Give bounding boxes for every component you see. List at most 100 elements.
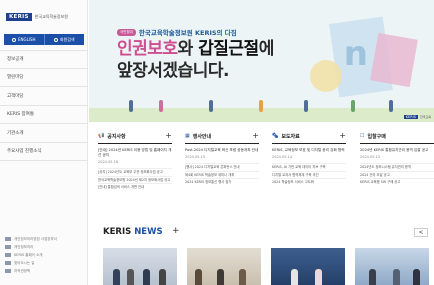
footer-link[interactable]: 개인정보처리 (5, 243, 57, 251)
photo-figure (393, 269, 400, 285)
photo-figure (217, 269, 224, 285)
sidebar-menu: 정보공개 열린마당 고객마당 KERIS 참여통 기관소개 주요사업 진행소식 (0, 50, 88, 161)
sidebar-item-about[interactable]: 기관소개 (0, 124, 88, 143)
board-events: ▦ 행사안내 + Post-2024 디지털교육 혁신 포럼 공동개최 안내 20… (185, 130, 259, 186)
footer-link[interactable]: 찾아오시는 길 (5, 259, 57, 267)
list-item[interactable]: [행사] 2024 디지털교육 콘퍼런스 안내 (185, 163, 259, 171)
list-item[interactable]: 한국교육학술정보원 2024년 제2차 정보화사업 공고 (98, 175, 172, 184)
board-title[interactable]: 📢 공지사항 (98, 133, 126, 140)
news-thumbnail[interactable] (187, 248, 261, 285)
news-title-b: NEWS (134, 227, 163, 237)
footer-link-label: 찾아오시는 길 (14, 260, 35, 265)
document-icon: ☐ (360, 133, 365, 139)
post-date: 2024.05.13 (360, 155, 381, 159)
more-button[interactable]: + (252, 132, 259, 140)
tab-search[interactable]: 회원검색 (43, 34, 84, 45)
tab-english[interactable]: ENGLISH (4, 34, 44, 45)
footer-link[interactable]: 저작권정책 (5, 267, 57, 275)
logo-subtitle: 한국교육학술정보원 (34, 14, 68, 19)
mini-logo-sub: 한국교육 (419, 115, 431, 119)
link-icon (5, 269, 11, 273)
list-item[interactable]: 2024 학술정보 서비스 고도화 (272, 178, 346, 186)
footer-link-label: KERIS 홈페이 소개 (14, 252, 43, 257)
list-item[interactable]: 2024 KERIS 정보통신 행사 참가 (185, 178, 259, 186)
board-title-label: 입찰구매 (367, 133, 386, 140)
list-item[interactable]: KERIS 교육용 SW 구매 공고 (360, 178, 434, 186)
news-thumbnail[interactable] (355, 248, 429, 285)
photo-figure (315, 269, 322, 285)
news-thumbnail[interactable] (271, 248, 345, 285)
hero-letter-art: n (343, 34, 368, 74)
newspaper-icon: 🗞 (272, 133, 279, 139)
post-title[interactable]: Post-2024 디지털교육 혁신 포럼 공동개최 안내 (185, 148, 259, 153)
hero-banner[interactable]: n 국민참여 한국교육학술정보원 KERIS의 다짐 인권보호와 갑질근절에 앞… (89, 0, 434, 122)
news-more-button[interactable]: + (172, 226, 180, 236)
list-item[interactable]: 2024 전자 조달 공고 (360, 170, 434, 179)
photo-figure (195, 269, 202, 285)
tab-english-label: ENGLISH (17, 37, 36, 42)
list-item[interactable]: 디지털 교과서 협력체계 구축 추진 (272, 170, 346, 179)
sidebar-item-customer[interactable]: 고객마당 (0, 87, 88, 106)
post-title[interactable]: 2024년 KERIS 통합유지관리 용역 입찰 공고 (360, 148, 434, 153)
sidebar-item-projects[interactable]: 주요사업 진행소식 (0, 143, 88, 161)
link-icon (5, 261, 11, 265)
list-item[interactable]: 제4회 KERIS 학술정보 세미나 개최 (185, 170, 259, 179)
list-item[interactable]: 2024년도 정보시스템 유지관리 용역 (360, 163, 434, 171)
board-body: Post-2024 디지털교육 혁신 포럼 공동개최 안내 2024.05.15… (185, 144, 259, 186)
board-body: [안내] 2024년 KERIS 이용 방법 및 홈페이지 개선 공지 2024… (98, 144, 172, 191)
board-title-label: 행사안내 (192, 133, 212, 140)
news-section-title: KERIS NEWS (103, 227, 163, 237)
board-title-label: 보도자료 (281, 133, 300, 140)
hero-title-part: 갑질근절 (198, 39, 259, 59)
list-item[interactable]: [안내] 통합검색 서비스 개편 안내 (98, 183, 172, 191)
more-button[interactable]: + (339, 132, 346, 140)
hero-mini-logo: KERIS 한국교육 (403, 115, 431, 119)
hero-person-figure (304, 100, 308, 112)
board-notice: 📢 공지사항 + [안내] 2024년 KERIS 이용 방법 및 홈페이지 개선… (98, 130, 172, 191)
hero-title: 인권보호와 갑질근절에 앞장서겠습니다. (117, 38, 274, 82)
post-title[interactable]: KERIS, 교육정보 보호 및 디지털 윤리 강화 협력 (272, 148, 346, 153)
megaphone-icon: 📢 (98, 133, 105, 139)
sidebar-tabbar: ENGLISH 회원검색 (4, 34, 84, 45)
board-title-label: 공지사항 (107, 133, 126, 140)
post-date: 2024.05.14 (272, 155, 293, 159)
tab-search-label: 회원검색 (59, 36, 75, 42)
board-press: 🗞 보도자료 + KERIS, 교육정보 보호 및 디지털 윤리 강화 협력 20… (272, 130, 346, 186)
hero-person-figure (351, 100, 355, 112)
photo-figure (143, 269, 150, 285)
search-icon (53, 37, 58, 42)
photo-figure (159, 269, 166, 285)
photo-figure (239, 269, 246, 285)
hero-person-figure (159, 100, 163, 112)
news-thumbnail[interactable] (103, 248, 177, 285)
board-title[interactable]: ☐ 입찰구매 (360, 133, 386, 140)
sidebar-item-open-square[interactable]: 열린마당 (0, 69, 88, 87)
footer-link[interactable]: KERIS 홈페이 소개 (5, 251, 57, 259)
sidebar: KERIS 한국교육학술정보원 ENGLISH 회원검색 정보공개 열린마당 고… (0, 0, 88, 285)
board-title[interactable]: 🗞 보도자료 (272, 133, 300, 140)
hero-person-figure (129, 100, 133, 112)
photo-figure (113, 269, 120, 285)
more-button[interactable]: + (165, 132, 172, 140)
logo-mark: KERIS (6, 13, 32, 21)
board-body: KERIS, 교육정보 보호 및 디지털 윤리 강화 협력 2024.05.14… (272, 144, 346, 186)
hero-decoration (370, 32, 418, 88)
board-header: ▦ 행사안내 + (185, 130, 259, 142)
board-title[interactable]: ▦ 행사안내 (185, 133, 211, 140)
news-title-a: KERIS (103, 227, 135, 237)
board-header: 🗞 보도자료 + (272, 130, 346, 142)
board-header: 📢 공지사항 + (98, 130, 172, 142)
board-body: 2024년 KERIS 통합유지관리 용역 입찰 공고 2024.05.13 2… (360, 144, 434, 186)
list-item[interactable]: KERIS, AI 기반 교육 데이터 허브 구축 (272, 163, 346, 171)
footer-link[interactable]: 개인정보처리방침 사업장부서 (5, 235, 57, 243)
list-item[interactable]: [공지] 2024년도 교육부 주관 정보화사업 공고 (98, 168, 172, 176)
news-prev-button[interactable]: < (414, 228, 428, 237)
hero-title-part: 와 (177, 39, 199, 59)
photo-figure (291, 269, 298, 285)
hero-badge: 국민참여 한국교육학술정보원 KERIS의 다짐 (117, 27, 237, 37)
sidebar-item-info-disclosure[interactable]: 정보공개 (0, 50, 88, 69)
sidebar-item-participation[interactable]: KERIS 참여통 (0, 106, 88, 124)
footer-link-label: 저작권정책 (14, 268, 31, 273)
site-logo[interactable]: KERIS 한국교육학술정보원 (6, 13, 68, 21)
post-title[interactable]: [안내] 2024년 KERIS 이용 방법 및 홈페이지 개선 공지 (98, 148, 172, 158)
